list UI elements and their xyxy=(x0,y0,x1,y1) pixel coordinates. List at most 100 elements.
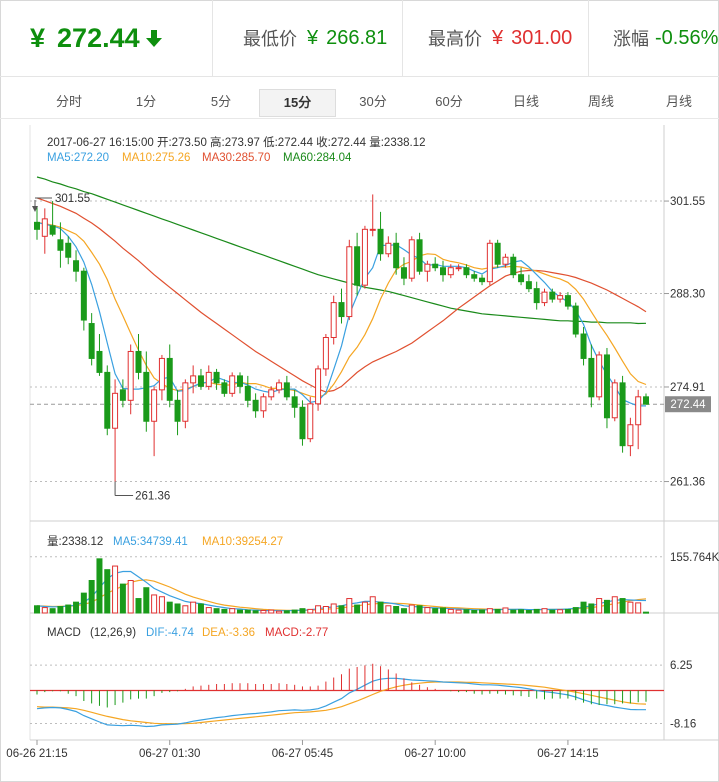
candle-body xyxy=(455,267,462,270)
candle-body xyxy=(479,277,486,283)
volume-bar xyxy=(510,609,517,614)
candle-body xyxy=(182,382,189,422)
volume-info: 量:2338.12 xyxy=(47,535,103,548)
candle-body xyxy=(119,389,126,401)
volume-bar xyxy=(96,558,103,614)
candle-body xyxy=(221,382,228,394)
macd-label: MACD xyxy=(47,627,81,639)
volume-bar xyxy=(213,608,220,614)
candle-body xyxy=(322,337,329,370)
price-tick-label: 301.55 xyxy=(670,196,705,208)
volume-bar xyxy=(518,609,525,614)
volume-bar xyxy=(244,609,251,614)
volume-bar xyxy=(494,608,501,614)
candle-body xyxy=(96,350,103,373)
volume-bar xyxy=(315,605,322,614)
candle-body xyxy=(158,357,165,391)
candle-body xyxy=(205,371,212,387)
volume-bar xyxy=(549,609,556,614)
candle-body xyxy=(416,239,423,272)
candle-body xyxy=(315,368,322,405)
candle-body xyxy=(502,256,509,265)
candle-body xyxy=(244,385,251,401)
candle-body xyxy=(143,371,150,422)
kline-chart[interactable]: 2017-06-27 16:15:00 开:273.50 高:273.97 低:… xyxy=(0,0,719,782)
volume-bar xyxy=(408,604,415,614)
candle-body xyxy=(41,218,48,237)
volume-bar xyxy=(65,604,72,614)
volume-bar xyxy=(471,609,478,614)
volume-bar xyxy=(283,610,290,614)
volume-bar xyxy=(557,609,564,614)
candle-body xyxy=(385,242,392,255)
macd-tick-label: -8.16 xyxy=(670,719,696,731)
candle-body xyxy=(229,375,236,394)
candle-body xyxy=(440,267,446,276)
volume-bar xyxy=(603,599,610,614)
volume-bar xyxy=(73,601,80,614)
volume-bar xyxy=(393,606,400,614)
macd-tick-label: 6.25 xyxy=(670,660,692,672)
candle-body xyxy=(541,291,548,304)
candle-body xyxy=(463,267,470,276)
volume-bar xyxy=(346,598,353,614)
macd-dif-legend: DIF:-4.74 xyxy=(146,627,195,639)
volume-bar xyxy=(424,607,431,614)
candle-body xyxy=(135,350,142,373)
candle-body xyxy=(533,288,540,304)
volume-bar xyxy=(463,609,470,614)
volume-bar xyxy=(260,609,267,614)
volume-bar xyxy=(182,605,189,614)
candle-body xyxy=(510,256,517,276)
volume-bar xyxy=(330,603,337,614)
volume-bar xyxy=(127,580,134,614)
candle-body xyxy=(572,305,579,335)
volume-bar xyxy=(416,605,423,614)
candle-body xyxy=(580,333,587,359)
volume-bar xyxy=(41,607,48,614)
candle-body xyxy=(197,375,204,387)
candle-body xyxy=(525,281,532,290)
volume-bar xyxy=(572,607,579,614)
price-tick-label: 288.30 xyxy=(670,289,705,301)
volume-bar xyxy=(541,608,548,614)
candle-body xyxy=(34,221,40,230)
candle-body xyxy=(276,382,283,391)
volume-bar xyxy=(564,608,571,614)
volume-bar xyxy=(322,606,329,614)
volume-bar xyxy=(104,569,111,614)
candle-body xyxy=(361,228,368,286)
candle-body xyxy=(393,242,400,269)
candle-body xyxy=(88,323,95,359)
volume-bar xyxy=(635,602,642,614)
volume-bar xyxy=(533,608,540,614)
candle-body xyxy=(268,389,275,398)
candle-body xyxy=(252,399,259,412)
volume-bar xyxy=(112,565,119,614)
low-annotation: 261.36 xyxy=(135,491,170,503)
volume-bar xyxy=(580,601,587,614)
candle-body xyxy=(57,239,64,251)
candle-body xyxy=(299,406,306,440)
volume-bar xyxy=(119,583,126,614)
candle-body xyxy=(635,396,642,426)
candle-body xyxy=(338,302,345,318)
candle-body xyxy=(432,263,439,269)
candle-body xyxy=(377,228,384,255)
macd-params: (12,26,9) xyxy=(90,627,136,639)
candle-body xyxy=(104,371,111,429)
volume-bar xyxy=(596,598,603,614)
volume-bar xyxy=(49,608,56,614)
candle-body xyxy=(190,375,197,384)
candle-body xyxy=(166,357,173,401)
candle-body xyxy=(127,350,134,401)
volume-bar xyxy=(229,608,236,614)
candle-body xyxy=(643,396,649,405)
volume-bar xyxy=(361,601,368,614)
volume-bar xyxy=(354,604,361,614)
candle-body xyxy=(596,354,603,398)
vol-ma10-legend: MA10:39254.27 xyxy=(202,536,283,548)
volume-bar xyxy=(307,608,314,614)
x-tick-label: 06-27 05:45 xyxy=(272,748,333,760)
candle-body xyxy=(408,239,415,279)
